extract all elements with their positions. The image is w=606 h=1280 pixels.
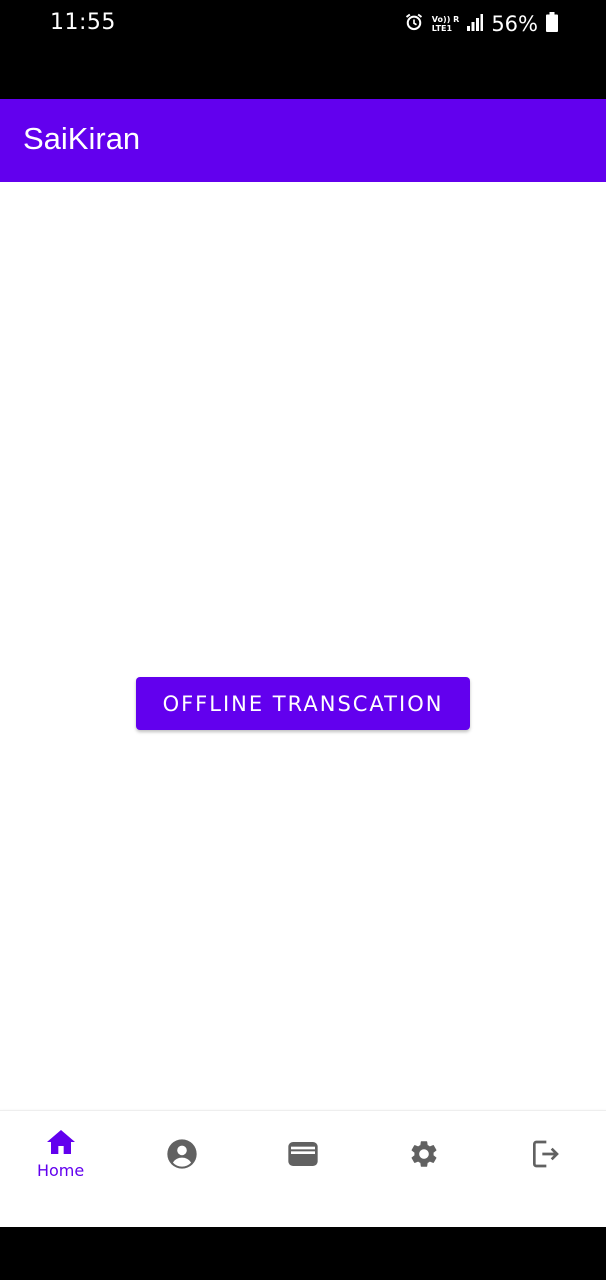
battery-icon — [546, 12, 558, 36]
nav-item-home[interactable]: Home — [0, 1111, 121, 1196]
screen: 11:55 Vo)) R LTE1 56% SaiKiran OFFLINE T… — [0, 0, 606, 1280]
status-time: 11:55 — [50, 10, 116, 35]
bottom-spacer — [0, 1195, 606, 1227]
system-navigation-bar — [0, 1227, 606, 1280]
home-icon — [45, 1128, 77, 1156]
nav-label-home: Home — [36, 1160, 85, 1180]
offline-transaction-button[interactable]: OFFLINE TRANSCATION — [136, 677, 470, 730]
account-icon — [166, 1138, 198, 1170]
app-title: SaiKiran — [23, 121, 141, 156]
alarm-icon — [404, 12, 424, 36]
bottom-navigation: Home — [0, 1110, 606, 1196]
app-bar: SaiKiran — [0, 99, 606, 182]
main-content: OFFLINE TRANSCATION — [0, 182, 606, 1110]
settings-icon — [408, 1138, 440, 1170]
signal-icon — [467, 13, 484, 35]
network-lte-label: LTE1 — [431, 24, 453, 33]
status-bar: 11:55 Vo)) R LTE1 56% — [0, 0, 606, 99]
network-volte-label: Vo)) R — [431, 15, 460, 24]
status-icons: Vo)) R LTE1 56% — [404, 10, 558, 38]
nav-item-profile[interactable] — [121, 1111, 242, 1196]
nav-item-logout[interactable] — [485, 1111, 606, 1196]
network-indicator: Vo)) R LTE1 — [432, 15, 460, 33]
nav-item-settings[interactable] — [364, 1111, 485, 1196]
logout-icon — [529, 1138, 561, 1170]
battery-percent: 56% — [491, 12, 538, 36]
wallet-icon — [287, 1140, 319, 1168]
nav-item-wallet[interactable] — [242, 1111, 363, 1196]
